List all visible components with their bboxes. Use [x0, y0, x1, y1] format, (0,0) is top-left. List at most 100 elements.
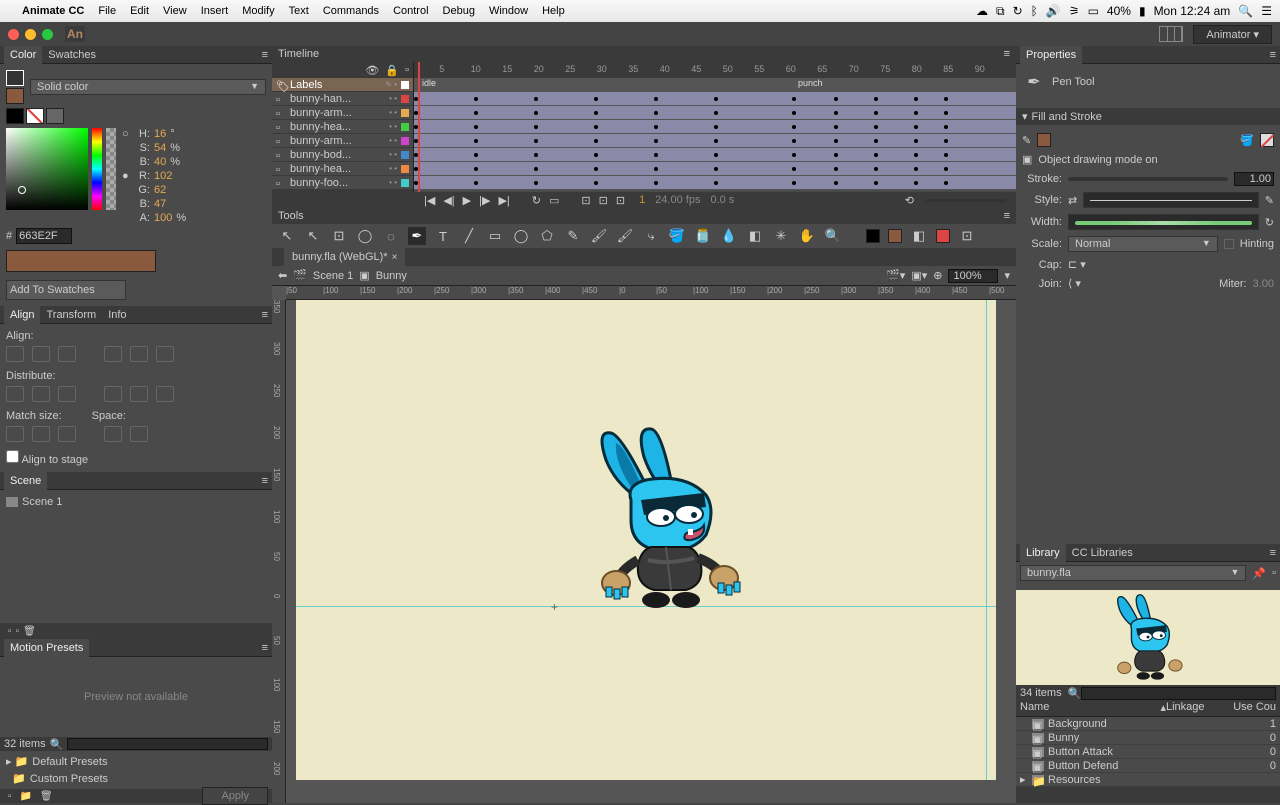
3d-rotate-icon[interactable]: ◌ [382, 227, 400, 245]
dist-vcenter-icon[interactable] [32, 386, 50, 402]
zoom-dropdown-icon[interactable]: ▾ [1004, 269, 1010, 282]
add-to-swatches-button[interactable]: Add To Swatches [6, 280, 126, 300]
frame-track[interactable] [414, 176, 1016, 190]
breadcrumb-scene[interactable]: Scene 1 [313, 270, 353, 282]
volume-icon[interactable]: 🔊 [1046, 4, 1061, 18]
workspace-switcher[interactable]: Animator ▾ [1193, 25, 1272, 44]
stroke-swatch-icon[interactable] [6, 70, 24, 86]
menu-help[interactable]: Help [542, 5, 565, 17]
subselection-tool-icon[interactable]: ↖ [304, 227, 322, 245]
pin-icon[interactable]: 📌 [1252, 567, 1266, 580]
layer-row[interactable]: ▫bunny-hea...• • [272, 120, 413, 134]
layer-row[interactable]: ▫bunny-arm...• • [272, 106, 413, 120]
stroke-color-swatch[interactable] [866, 229, 880, 243]
match-w-icon[interactable] [6, 426, 24, 442]
match-wh-icon[interactable] [58, 426, 76, 442]
breadcrumb-symbol[interactable]: Bunny [376, 270, 407, 282]
display-icon[interactable]: ▭ [1088, 4, 1099, 18]
outline-icon[interactable]: ▫ [405, 64, 409, 76]
center-stage-icon[interactable]: ⊕ [933, 269, 942, 282]
col-linkage[interactable]: Linkage [1166, 701, 1226, 716]
align-to-stage-checkbox[interactable] [6, 450, 19, 463]
stage[interactable]: |50|100|150|200|250|300|350|400|450|0|50… [272, 286, 1016, 803]
swap-swatch[interactable] [936, 229, 950, 243]
del-scene-icon[interactable]: 🗑 [23, 626, 36, 637]
cloud-icon[interactable]: ☁︎ [976, 4, 988, 18]
timeline-tab[interactable]: Timeline [278, 48, 319, 60]
minimize-window[interactable] [25, 29, 36, 40]
timeline-zoom-icon[interactable]: ⟲ [903, 194, 916, 207]
color-field[interactable] [6, 128, 88, 210]
library-item[interactable]: ▣Button Defend0 [1016, 759, 1280, 773]
panel-menu-icon[interactable]: ≡ [262, 642, 268, 654]
obj-draw-icon[interactable]: ▣ [1022, 153, 1032, 166]
fill-color-swatch[interactable] [888, 229, 902, 243]
guide-vertical[interactable] [986, 300, 987, 780]
zoom-window[interactable] [42, 29, 53, 40]
join-dropdown[interactable]: ⟨ ▾ [1068, 277, 1081, 290]
hex-input[interactable] [16, 228, 72, 244]
preset-folder[interactable]: 📁 Custom Presets [4, 770, 268, 787]
hand-tool-icon[interactable]: ✋ [798, 227, 816, 245]
frame-track[interactable] [414, 120, 1016, 134]
loop-icon[interactable]: ↻ [530, 194, 543, 207]
motion-search-input[interactable] [67, 738, 268, 750]
fill-color-picker[interactable] [1037, 133, 1051, 147]
cap-dropdown[interactable]: ⊏ ▾ [1068, 258, 1086, 271]
properties-tab[interactable]: Properties [1020, 46, 1082, 64]
document-tab[interactable]: bunny.fla (WebGL)* × [284, 248, 405, 266]
oval-tool-icon[interactable]: ◯ [512, 227, 530, 245]
line-tool-icon[interactable]: ╱ [460, 227, 478, 245]
library-item[interactable]: ▣Button Attack0 [1016, 745, 1280, 759]
stroke-value[interactable]: 1.00 [1234, 172, 1274, 186]
back-icon[interactable]: ⬅ [278, 269, 287, 282]
menu-window[interactable]: Window [489, 5, 528, 17]
new-lib-icon[interactable]: ▫ [1272, 567, 1276, 579]
align-vcenter-icon[interactable] [130, 346, 148, 362]
swap-colors-icon[interactable] [46, 108, 64, 124]
color-tab[interactable]: Color [4, 46, 42, 64]
library-doc-dropdown[interactable]: bunny.fla▼ [1020, 565, 1246, 581]
scale-dropdown[interactable]: Normal▼ [1068, 236, 1218, 252]
library-item[interactable]: ▣Background1 [1016, 717, 1280, 731]
width-tool-icon[interactable]: ✳ [772, 227, 790, 245]
selection-tool-icon[interactable]: ↖ [278, 227, 296, 245]
ink-bottle-icon[interactable]: 🫙 [694, 227, 712, 245]
clock[interactable]: Mon 12:24 am [1154, 4, 1231, 18]
bunny-character[interactable] [576, 425, 756, 615]
text-tool-icon[interactable]: T [434, 227, 452, 245]
menu-debug[interactable]: Debug [443, 5, 475, 17]
panel-menu-icon[interactable]: ≡ [1004, 210, 1010, 222]
col-name[interactable]: Name [1020, 701, 1160, 716]
width-reset-icon[interactable]: ↻ [1265, 216, 1274, 229]
lock-icon[interactable]: 🔒 [385, 64, 399, 77]
timeline-zoom-slider[interactable] [926, 199, 1006, 202]
sync-icon[interactable]: ↻ [1013, 4, 1023, 18]
edit-multi-icon[interactable]: ⊡ [614, 194, 627, 207]
dup-scene-icon[interactable]: ▫ [16, 626, 20, 637]
fill-swatch-icon[interactable] [6, 88, 24, 104]
step-fwd-icon[interactable]: |▶ [477, 194, 492, 207]
visibility-icon[interactable]: 👁 [365, 64, 379, 77]
style-edit-icon[interactable]: ✎ [1265, 194, 1274, 207]
bw-default-icon[interactable]: ◧ [910, 227, 928, 245]
align-tab[interactable]: Align [4, 306, 40, 324]
miter-value[interactable]: 3.00 [1253, 278, 1274, 290]
bucket-tool-icon[interactable]: 🪣 [668, 227, 686, 245]
menu-file[interactable]: File [98, 5, 116, 17]
layer-row[interactable]: ▫bunny-han...• • [272, 92, 413, 106]
library-item[interactable]: ▣Bunny0 [1016, 731, 1280, 745]
space-v-icon[interactable] [104, 426, 122, 442]
search-icon[interactable]: 🔍 [50, 738, 64, 751]
bw-swap-icon[interactable] [6, 108, 24, 124]
align-top-icon[interactable] [104, 346, 122, 362]
zoom-tool-icon[interactable]: 🔍 [824, 227, 842, 245]
layer-labels[interactable]: 🏷 Labels ✎ • [272, 78, 413, 92]
panel-menu-icon[interactable]: ≡ [1270, 547, 1276, 559]
polystar-tool-icon[interactable]: ⬠ [538, 227, 556, 245]
alpha-slider[interactable] [106, 128, 116, 210]
align-right-icon[interactable] [58, 346, 76, 362]
stroke-color-picker[interactable] [1260, 133, 1274, 147]
delete-preset-icon[interactable]: 🗑 [40, 791, 53, 802]
edit-symbol-icon[interactable]: ▣▾ [911, 269, 927, 282]
